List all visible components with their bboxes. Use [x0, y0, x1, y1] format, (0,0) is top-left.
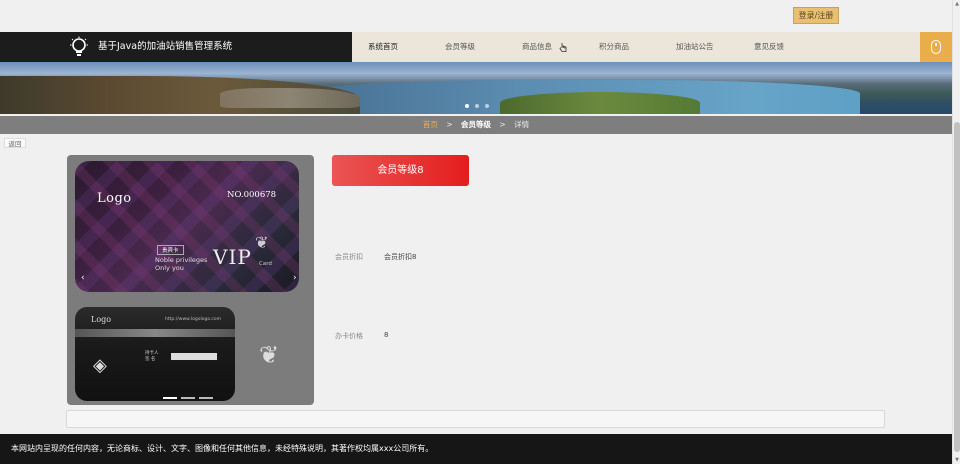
nav-item-home[interactable]: 系统首页 [368, 32, 398, 62]
price-label: 办卡价格 [335, 332, 363, 340]
diamond-icon: ◈ [93, 355, 107, 376]
vip-card-back-image: Logo http://www.logologo.com ◈ 持卡人签 名 [75, 307, 235, 401]
banner-image [0, 62, 952, 114]
nav-item-feedback[interactable]: 意见反馈 [754, 32, 784, 62]
carousel-dot[interactable] [163, 397, 177, 399]
scroll-up-arrow[interactable]: ▲ [954, 1, 960, 7]
breadcrumb-current: 详情 [514, 120, 530, 129]
nav-item-products[interactable]: 商品信息 [522, 32, 552, 62]
flower-ornament-icon: ❦ [259, 341, 280, 369]
brand[interactable]: 基于Java的加油站销售管理系统 [0, 32, 352, 62]
nav-item-points-products[interactable]: 积分商品 [599, 32, 629, 62]
login-register-button[interactable]: 登录/注册 [793, 7, 839, 24]
site-header: 基于Java的加油站销售管理系统 系统首页 会员等级 商品信息 积分商品 加油站… [0, 32, 952, 62]
carousel-dot[interactable] [199, 397, 213, 399]
site-title: 基于Java的加油站销售管理系统 [98, 41, 233, 52]
back-button[interactable]: 返回 [4, 138, 26, 148]
carousel-next-arrow[interactable]: › [293, 273, 297, 283]
breadcrumb-section[interactable]: 会员等级 [461, 120, 491, 129]
price-value: 8 [384, 331, 389, 339]
banner-dot[interactable] [475, 104, 479, 108]
carousel-pager [163, 397, 213, 399]
nav-item-member-level[interactable]: 会员等级 [445, 32, 475, 62]
butterfly-ornament-icon: ❦ [255, 233, 269, 252]
breadcrumb: 首页 > 会员等级 > 详情 [0, 116, 952, 134]
main-nav: 系统首页 会员等级 商品信息 积分商品 加油站公告 意见反馈 [352, 32, 920, 62]
mouse-icon [931, 40, 941, 54]
product-image-carousel: Logo NO.000678 贵宾卡 Noble privileges Only … [67, 155, 314, 405]
discount-label: 会员折扣 [335, 253, 363, 261]
hand-cursor-icon [559, 43, 567, 52]
price-row: 办卡价格 8 [335, 331, 388, 341]
scrollbar-thumb[interactable] [954, 122, 960, 452]
banner-pager [465, 104, 489, 108]
carousel-dot[interactable] [181, 397, 195, 399]
discount-row: 会员折扣 会员折扣8 [335, 252, 416, 262]
member-level-title: 会员等级8 [332, 155, 469, 186]
banner-dot[interactable] [485, 104, 489, 108]
breadcrumb-home[interactable]: 首页 [423, 120, 438, 129]
nav-item-announcements[interactable]: 加油站公告 [676, 32, 714, 62]
vip-card-front-image: Logo NO.000678 贵宾卡 Noble privileges Only … [75, 161, 299, 292]
page-scrollbar[interactable]: ▲ ▼ [952, 0, 960, 464]
footer-copyright: 本网站内呈现的任何内容，无论商标、设计、文字、图像和任何其他信息，未经特殊说明，… [0, 434, 952, 464]
carousel-prev-arrow[interactable]: ‹ [81, 273, 85, 283]
discount-value: 会员折扣8 [384, 253, 417, 261]
detail-content-box [66, 410, 885, 428]
scroll-down-arrow[interactable]: ▼ [954, 457, 960, 463]
banner-dot[interactable] [465, 104, 469, 108]
lightbulb-icon [70, 36, 88, 56]
scroll-hint-panel [920, 32, 952, 62]
